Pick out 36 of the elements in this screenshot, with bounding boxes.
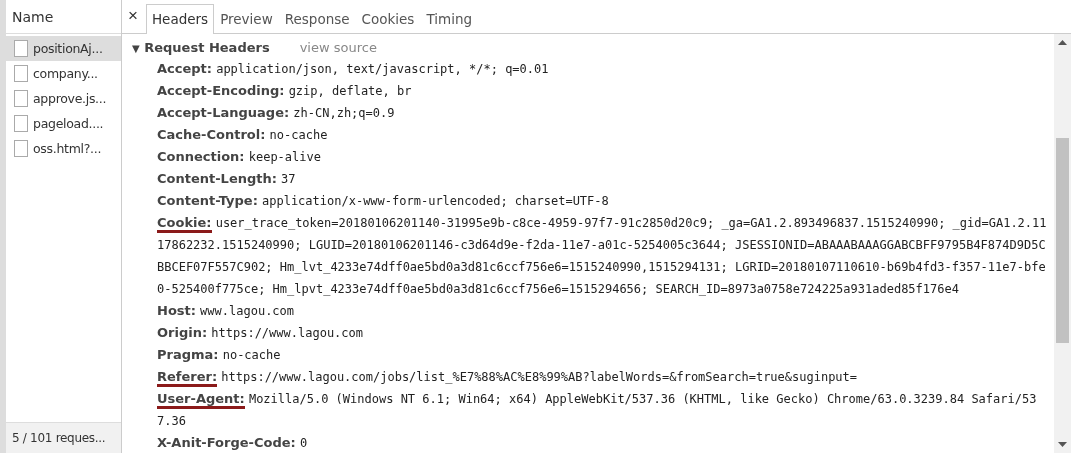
file-icon — [14, 90, 28, 107]
status-bar: 5 / 101 reques... — [6, 422, 121, 453]
scroll-up-icon[interactable] — [1058, 40, 1067, 45]
tab[interactable]: Response — [278, 4, 356, 34]
request-item[interactable]: company... — [6, 61, 121, 86]
request-item[interactable]: positionAj... — [6, 36, 121, 61]
request-item[interactable]: pageload.... — [6, 111, 121, 136]
request-item[interactable]: oss.html?... — [6, 136, 121, 161]
file-icon — [14, 65, 28, 82]
file-icon — [14, 115, 28, 132]
header-line: Referer: https://www.lagou.com/jobs/list_%E7%88%AC%E8%99%AB?labelWords=&fromSearch=true&suginput= — [132, 366, 1050, 388]
header-line: Host: www.lagou.com — [156, 302, 296, 320]
header-line: X-Anit-Forge-Code: 0 — [156, 434, 309, 452]
column-header[interactable]: Name — [12, 8, 54, 25]
header-line: Origin: https://www.lagou.com — [156, 324, 364, 342]
header-line: Pragma: no-cache — [156, 346, 282, 364]
request-item[interactable]: approve.js... — [6, 86, 121, 111]
header-line: Cache-Control: no-cache — [156, 126, 329, 144]
header-line: User-Agent: Mozilla/5.0 (Windows NT 6.1; Win64; x64) AppleWebKit/537.36 (KHTML, like Gecko) Chrome/63.0.3239.84 Safari/537.36 — [156, 390, 1038, 430]
tab[interactable]: Cookies — [355, 4, 421, 34]
header-line: Accept: application/json, text/javascript, */*; q=0.01 — [156, 60, 550, 78]
tab[interactable]: Preview — [214, 4, 279, 34]
view-source-link[interactable]: view source — [299, 40, 377, 55]
file-icon — [14, 140, 28, 157]
tab[interactable]: Timing — [420, 4, 478, 34]
header-line: Accept-Encoding: gzip, deflate, br — [156, 82, 413, 100]
file-icon — [14, 40, 28, 57]
header-line: Content-Length: 37 — [156, 170, 297, 188]
section-header[interactable]: ▼ Request Headers — [132, 40, 270, 55]
header-line: Accept-Language: zh-CN,zh;q=0.9 — [156, 104, 396, 122]
header-line: Content-Type: application/x-www-form-urlencoded; charset=UTF-8 — [156, 192, 610, 210]
scrollbar[interactable] — [1054, 34, 1071, 453]
tab[interactable]: Headers — [145, 4, 215, 34]
scroll-down-icon[interactable] — [1058, 442, 1067, 447]
header-line: Connection: keep-alive — [156, 148, 322, 166]
close-button[interactable]: × — [124, 6, 146, 33]
